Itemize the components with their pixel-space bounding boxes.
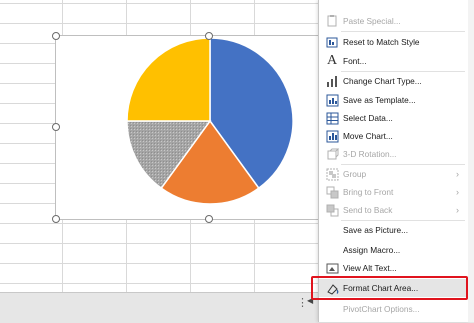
- chart-handle-top-center[interactable]: [205, 32, 213, 40]
- font-icon: A: [326, 53, 338, 68]
- chart-handle-bottom-center[interactable]: [205, 215, 213, 223]
- paste-special-icon: [325, 14, 339, 28]
- group-icon: [325, 167, 339, 181]
- chevron-right-icon: ›: [456, 205, 459, 215]
- menu-item-save-as-template[interactable]: Save as Template...: [319, 91, 469, 109]
- template-icon: [325, 93, 339, 107]
- chart-handle-middle-left[interactable]: [52, 123, 60, 131]
- bring-front-icon: [325, 185, 339, 199]
- chart-handle-top-left[interactable]: [52, 32, 60, 40]
- pie-slice-4[interactable]: [126, 37, 211, 122]
- menu-item-move-chart[interactable]: Move Chart...: [319, 127, 469, 145]
- send-back-icon: [325, 203, 339, 217]
- move-chart-icon: [325, 129, 339, 143]
- menu-item-pivotchart-options: PivotChart Options...: [343, 304, 420, 314]
- menu-item-select-data[interactable]: Select Data...: [319, 109, 469, 127]
- rotation-icon: [325, 147, 339, 161]
- reset-style-icon: [325, 35, 339, 49]
- pie-chart[interactable]: [56, 36, 363, 219]
- menu-separator: [341, 31, 465, 32]
- chart-type-icon: [325, 74, 339, 88]
- context-menu: Paste Special... Reset to Match Style A …: [318, 0, 469, 322]
- menu-item-group: Group ›: [319, 165, 469, 183]
- highlight-box: [311, 276, 468, 300]
- menu-item-assign-macro[interactable]: Assign Macro...: [319, 241, 469, 259]
- menu-item-view-alt-text[interactable]: View Alt Text...: [319, 259, 469, 277]
- menu-item-bring-to-front: Bring to Front ›: [319, 183, 469, 201]
- chevron-right-icon: ›: [456, 169, 459, 179]
- alt-text-icon: [325, 261, 339, 275]
- chart-handle-bottom-left[interactable]: [52, 215, 60, 223]
- menu-item-paste-special: Paste Special...: [319, 12, 469, 30]
- menu-item-reset-style[interactable]: Reset to Match Style: [319, 33, 469, 51]
- menu-item-font[interactable]: A Font...: [319, 52, 469, 70]
- menu-item-3d-rotation: 3-D Rotation...: [319, 145, 469, 163]
- chevron-right-icon: ›: [456, 187, 459, 197]
- menu-item-change-chart-type[interactable]: Change Chart Type...: [319, 72, 469, 90]
- menu-item-save-as-picture[interactable]: Save as Picture...: [319, 221, 469, 239]
- right-scroll-strip[interactable]: [468, 0, 474, 322]
- menu-item-send-to-back: Send to Back ›: [319, 201, 469, 219]
- select-data-icon: [325, 111, 339, 125]
